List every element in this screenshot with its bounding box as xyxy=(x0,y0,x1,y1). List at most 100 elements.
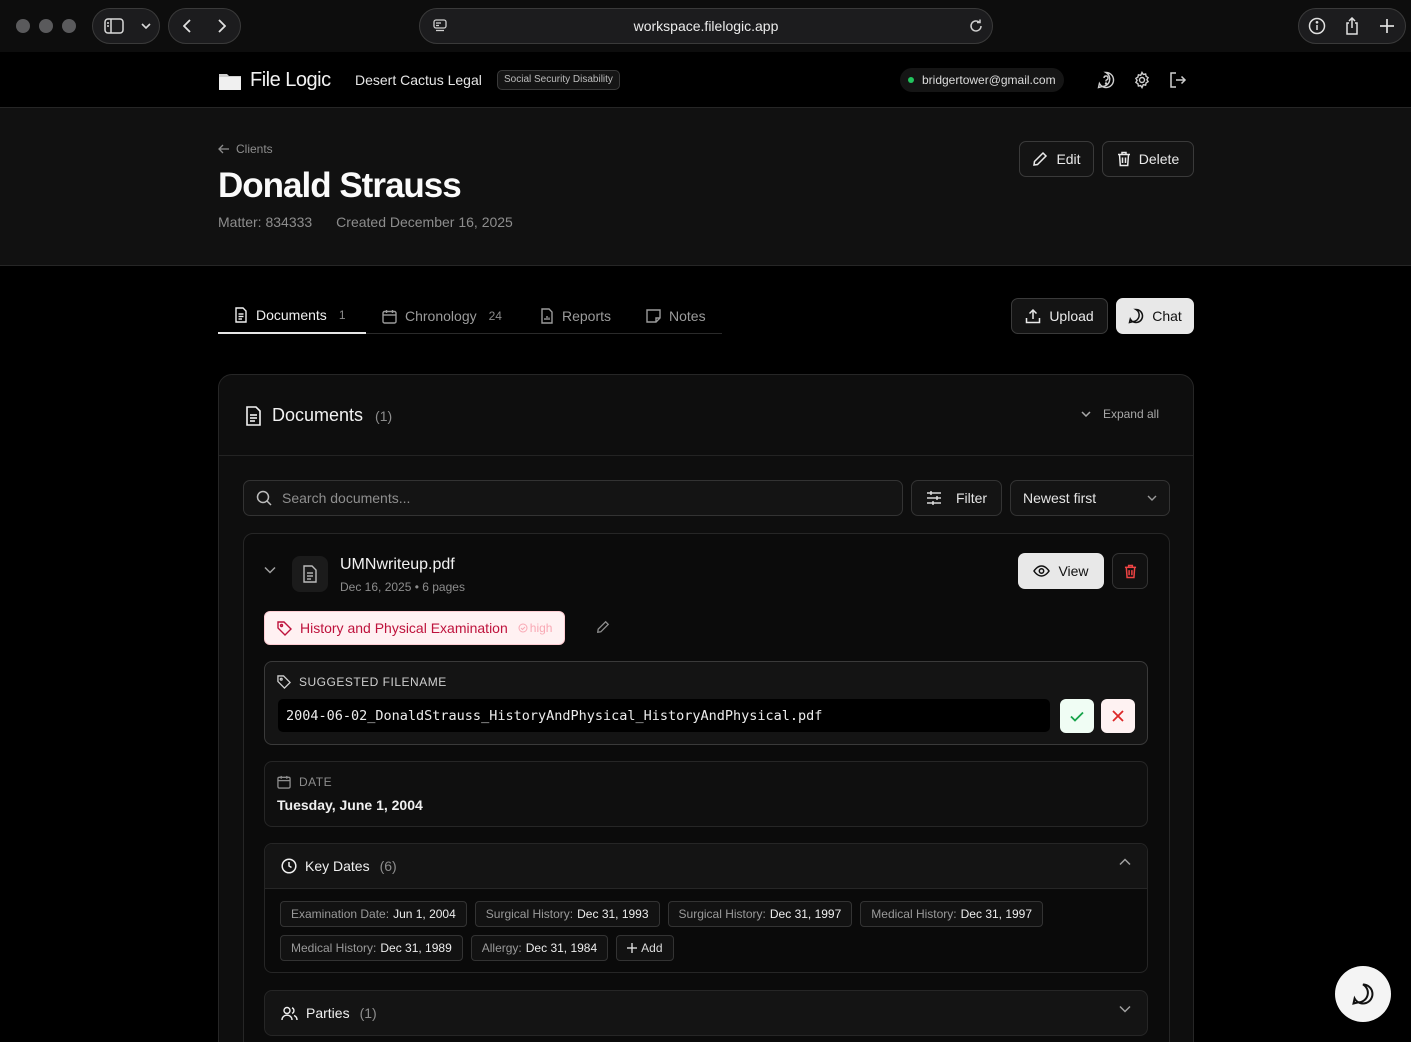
sidebar-icon[interactable] xyxy=(93,9,135,43)
delete-button[interactable]: Delete xyxy=(1102,141,1194,177)
parties-title-text: Parties xyxy=(306,1005,350,1021)
key-dates-count: (6) xyxy=(379,858,397,874)
key-dates-header[interactable]: Key Dates (6) xyxy=(265,844,1147,889)
key-date-chip[interactable]: Surgical History: Dec 31, 1997 xyxy=(667,901,853,927)
forward-arrow-icon[interactable] xyxy=(205,9,241,43)
expand-all-button[interactable]: Expand all xyxy=(1081,407,1159,421)
page-settings-icon[interactable] xyxy=(432,18,448,34)
close-x-icon xyxy=(1112,710,1124,722)
collapse-chevron-icon[interactable] xyxy=(264,566,276,574)
breadcrumb[interactable]: Clients xyxy=(218,142,273,156)
edit-button-label: Edit xyxy=(1056,151,1081,167)
chevron-up-icon[interactable] xyxy=(1119,858,1131,866)
filter-button[interactable]: Filter xyxy=(911,480,1002,516)
upload-button-label: Upload xyxy=(1049,308,1094,324)
new-tab-icon[interactable] xyxy=(1370,9,1405,43)
client-meta: Matter: 834333 Created December 16, 2025 xyxy=(218,214,513,230)
back-arrow-icon[interactable] xyxy=(169,9,205,43)
key-date-value: Dec 31, 1984 xyxy=(525,941,598,955)
floating-chat-button[interactable] xyxy=(1335,966,1391,1022)
tab-documents-label: Documents xyxy=(256,307,327,323)
eye-icon xyxy=(1033,565,1051,577)
edit-button[interactable]: Edit xyxy=(1019,141,1094,177)
delete-document-button[interactable] xyxy=(1112,553,1148,589)
matter-number: Matter: 834333 xyxy=(218,214,313,230)
edit-tag-pencil-icon[interactable] xyxy=(596,620,610,634)
key-date-chip[interactable]: Medical History: Dec 31, 1989 xyxy=(280,935,463,961)
client-header: Clients Donald Strauss Matter: 834333 Cr… xyxy=(0,108,1411,266)
key-date-chip[interactable]: Medical History: Dec 31, 1997 xyxy=(860,901,1044,927)
pencil-icon xyxy=(1032,151,1048,167)
window-close-button[interactable] xyxy=(16,19,30,33)
tab-reports[interactable]: Reports xyxy=(540,298,611,334)
key-date-label: Surgical History: xyxy=(678,907,766,921)
key-date-label: Medical History: xyxy=(871,907,957,921)
trash-icon xyxy=(1124,564,1137,579)
chevron-down-icon[interactable] xyxy=(1119,1005,1131,1013)
accept-filename-button[interactable] xyxy=(1060,699,1094,733)
tag-icon xyxy=(277,675,291,689)
chat-bubble-icon xyxy=(1351,982,1375,1006)
practice-area-badge: Social Security Disability xyxy=(497,70,620,90)
app-logo[interactable]: File Logic xyxy=(218,69,331,92)
suggested-filename-label-text: SUGGESTED FILENAME xyxy=(299,675,447,689)
tab-reports-label: Reports xyxy=(562,308,612,324)
user-account[interactable]: bridgertower@gmail.com xyxy=(900,68,1064,92)
window-minimize-button[interactable] xyxy=(39,19,53,33)
upload-button[interactable]: Upload xyxy=(1011,298,1108,334)
confidence-badge: high xyxy=(518,621,553,635)
reload-icon[interactable] xyxy=(968,18,984,34)
key-dates-title: Key Dates (6) xyxy=(281,858,397,874)
window-zoom-button[interactable] xyxy=(62,19,76,33)
chat-button-label: Chat xyxy=(1152,308,1182,324)
sort-select[interactable]: Newest first xyxy=(1010,480,1170,516)
address-bar[interactable]: workspace.filelogic.app xyxy=(419,8,993,44)
key-date-value: Dec 31, 1989 xyxy=(380,941,452,955)
parties-section[interactable]: Parties (1) xyxy=(264,990,1148,1036)
key-date-chip[interactable]: Allergy: Dec 31, 1984 xyxy=(470,935,609,961)
chevron-down-icon xyxy=(1147,495,1157,501)
add-key-date-button[interactable]: Add xyxy=(616,935,674,961)
tab-chronology[interactable]: Chronology 24 xyxy=(382,298,502,334)
chat-button[interactable]: Chat xyxy=(1116,298,1194,334)
settings-gear-icon[interactable] xyxy=(1133,71,1151,89)
users-icon xyxy=(281,1006,298,1021)
url-text[interactable]: workspace.filelogic.app xyxy=(634,18,779,34)
share-icon[interactable] xyxy=(1334,9,1369,43)
breadcrumb-clients-link[interactable]: Clients xyxy=(236,142,273,156)
key-dates-title-text: Key Dates xyxy=(305,858,370,874)
firm-name[interactable]: Desert Cactus Legal xyxy=(355,72,482,88)
plus-icon xyxy=(627,943,638,953)
suggested-filename-field[interactable]: 2004-06-02_DonaldStrauss_HistoryAndPhysi… xyxy=(278,699,1050,732)
key-date-chip[interactable]: Examination Date: Jun 1, 2004 xyxy=(280,901,467,927)
key-date-value: Dec 31, 1993 xyxy=(577,907,649,921)
help-icon[interactable] xyxy=(1097,71,1115,89)
document-filename[interactable]: UMNwriteup.pdf xyxy=(340,556,455,574)
reject-filename-button[interactable] xyxy=(1101,699,1135,733)
confidence-level: high xyxy=(529,621,553,635)
created-date: Created December 16, 2025 xyxy=(336,214,513,230)
info-icon[interactable] xyxy=(1299,9,1334,43)
key-date-label: Medical History: xyxy=(291,941,377,955)
document-type-tag[interactable]: History and Physical Examination high xyxy=(264,611,566,645)
key-date-value: Dec 31, 1997 xyxy=(960,907,1033,921)
chevron-down-icon[interactable] xyxy=(135,9,157,43)
view-button[interactable]: View xyxy=(1018,553,1104,589)
calendar-icon xyxy=(382,309,397,324)
document-card: UMNwriteup.pdf Dec 16, 2025 • 6 pages Vi… xyxy=(243,533,1170,1042)
date-label: DATE xyxy=(277,775,332,789)
tab-chronology-count: 24 xyxy=(488,309,502,323)
document-meta: Dec 16, 2025 • 6 pages xyxy=(340,580,465,594)
search-input[interactable] xyxy=(282,490,882,506)
tab-documents[interactable]: Documents 1 xyxy=(218,298,366,334)
tab-notes[interactable]: Notes xyxy=(646,298,706,334)
sliders-icon xyxy=(926,491,942,505)
search-icon xyxy=(256,490,272,506)
history-nav-group xyxy=(168,8,241,44)
logout-icon[interactable] xyxy=(1169,71,1187,89)
document-icon xyxy=(245,405,262,426)
browser-toolbar: workspace.filelogic.app xyxy=(0,0,1411,52)
suggested-filename-section: SUGGESTED FILENAME 2004-06-02_DonaldStra… xyxy=(264,661,1148,745)
tab-documents-count: 1 xyxy=(338,308,346,322)
key-date-chip[interactable]: Surgical History: Dec 31, 1993 xyxy=(474,901,660,927)
